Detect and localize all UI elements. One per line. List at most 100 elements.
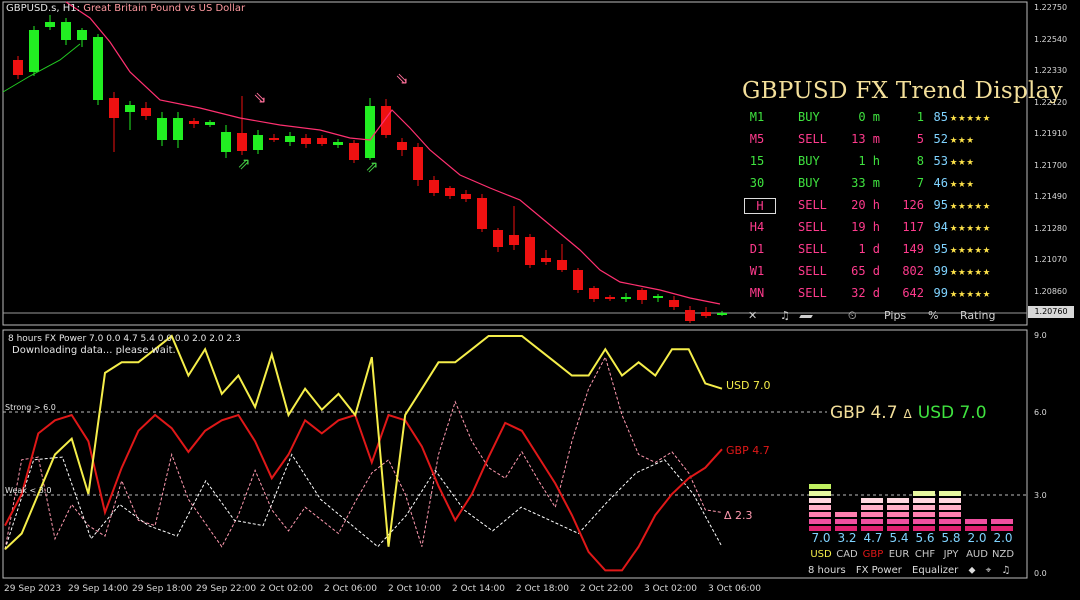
symbol-label: GBPUSD.s, H1: — [6, 3, 81, 14]
equalizer-segment — [887, 519, 909, 524]
percent: 99 — [933, 264, 948, 278]
timeframe[interactable]: M1 — [744, 110, 770, 124]
candle-body — [125, 105, 135, 112]
trend-footer: ✕ ♫ ⏲ Pips % Rating — [744, 309, 1029, 325]
timeframe[interactable]: H — [744, 198, 776, 214]
trend-row-h4: H4 SELL 19 h 117 94 ★★★★★ — [744, 218, 1029, 240]
sell-arrow-icon: ⇘ — [253, 88, 266, 107]
candle-body — [221, 132, 231, 152]
timeframe[interactable]: 30 — [744, 176, 770, 190]
price-tick: 1.21070 — [1034, 255, 1068, 264]
diamond-icon[interactable]: ⬥ — [968, 565, 975, 576]
fx-power-label: FX Power — [855, 565, 902, 576]
equalizer-segment — [809, 512, 831, 517]
rating-header: Rating — [960, 309, 996, 322]
candle-body — [13, 60, 23, 75]
currency-chf[interactable]: CHF — [912, 549, 938, 560]
signal: BUY — [798, 176, 820, 190]
candle — [253, 130, 263, 154]
equalizer-segment — [887, 498, 909, 503]
timeframe[interactable]: H4 — [744, 220, 770, 234]
equalizer-value: 7.0 — [811, 531, 831, 545]
sell-arrow-icon: ⇘ — [395, 69, 408, 88]
candle — [541, 250, 551, 265]
candle-body — [189, 121, 199, 124]
candle — [397, 138, 407, 156]
candle-body — [637, 290, 647, 300]
currency-eur[interactable]: EUR — [886, 549, 912, 560]
rating-stars: ★★★ — [950, 176, 975, 190]
sound-toggle-icon[interactable]: ♫ — [1001, 565, 1010, 576]
candle-body — [93, 37, 103, 100]
currency-usd[interactable]: USD — [808, 549, 834, 560]
close-icon[interactable]: ✕ — [748, 309, 757, 322]
equalizer-segment — [809, 484, 831, 489]
rating-stars: ★★★★★ — [950, 220, 992, 234]
candle — [285, 132, 295, 146]
candle-body — [717, 313, 727, 315]
gbp-strength: GBP 4.7 — [830, 403, 898, 423]
duration: 19 h — [851, 220, 880, 234]
timeframe[interactable]: W1 — [744, 264, 770, 278]
date-tick: 2 Oct 06:00 — [324, 584, 377, 594]
signal: BUY — [798, 154, 820, 168]
timeframe[interactable]: 15 — [744, 154, 770, 168]
trend-row-15: 15 BUY 1 h 8 53 ★★★ — [744, 152, 1029, 174]
equalizer-value: 5.6 — [915, 531, 935, 545]
usd-strength: USD 7.0 — [917, 403, 987, 423]
timeframe[interactable]: MN — [744, 286, 770, 300]
fx-power-title: 8 hours FX Power 7.0 0.0 4.7 5.4 0.0 0.0… — [8, 334, 241, 344]
candle-body — [285, 136, 295, 142]
crosshair-icon[interactable]: ⌖ — [986, 565, 992, 576]
candle — [413, 143, 423, 186]
candle-body — [141, 108, 151, 116]
currency-cad[interactable]: CAD — [834, 549, 860, 560]
equalizer-segment — [861, 498, 883, 503]
sound-icon[interactable]: ♫ — [780, 309, 790, 322]
equalizer-value: 2.0 — [993, 531, 1013, 545]
candle — [653, 294, 663, 302]
gbp-line-label: GBP 4.7 — [726, 444, 770, 457]
candle — [93, 34, 103, 105]
candle-body — [317, 138, 327, 144]
pips: 117 — [902, 220, 924, 234]
currency-nzd[interactable]: NZD — [990, 549, 1016, 560]
pips: 7 — [916, 176, 924, 190]
symbol-description: Great Britain Pound vs US Dollar — [83, 3, 246, 14]
equalizer-segment — [965, 519, 987, 524]
signal: SELL — [798, 242, 827, 256]
currency-aud[interactable]: AUD — [964, 549, 990, 560]
candle-body — [413, 147, 423, 180]
date-tick: 2 Oct 10:00 — [388, 584, 441, 594]
trend-row-30: 30 BUY 33 m 7 46 ★★★ — [744, 174, 1029, 196]
currency-jpy[interactable]: JPY — [938, 549, 964, 560]
fx-tick-6: 6.0 — [1034, 408, 1047, 417]
candle — [669, 296, 679, 310]
percent-header: % — [928, 309, 939, 322]
clock-icon[interactable]: ⏲ — [848, 309, 857, 323]
candle-body — [253, 135, 263, 150]
equalizer-segment — [939, 512, 961, 517]
currency-gbp[interactable]: GBP — [860, 549, 886, 560]
candle — [477, 194, 487, 232]
candle — [365, 98, 375, 160]
delta-line-label: Δ 2.3 — [724, 509, 753, 522]
candle-body — [29, 30, 39, 72]
timeframe-label[interactable]: 8 hours — [808, 565, 846, 576]
candle-body — [685, 310, 695, 321]
date-tick: 2 Oct 18:00 — [516, 584, 569, 594]
duration: 33 m — [851, 176, 880, 190]
signal: SELL — [798, 220, 827, 234]
current-price-value: 1.20760 — [1034, 307, 1068, 316]
fx-tick-0: 0.0 — [1034, 569, 1047, 578]
candle — [445, 186, 455, 199]
eraser-icon[interactable] — [799, 315, 813, 318]
price-tick: 1.21700 — [1034, 160, 1068, 170]
candle — [509, 206, 519, 250]
candle-body — [157, 118, 167, 140]
timeframe[interactable]: D1 — [744, 242, 770, 256]
date-tick: 2 Oct 14:00 — [452, 584, 505, 594]
candle — [589, 286, 599, 302]
timeframe[interactable]: M5 — [744, 132, 770, 146]
date-tick: 29 Sep 22:00 — [196, 584, 257, 594]
